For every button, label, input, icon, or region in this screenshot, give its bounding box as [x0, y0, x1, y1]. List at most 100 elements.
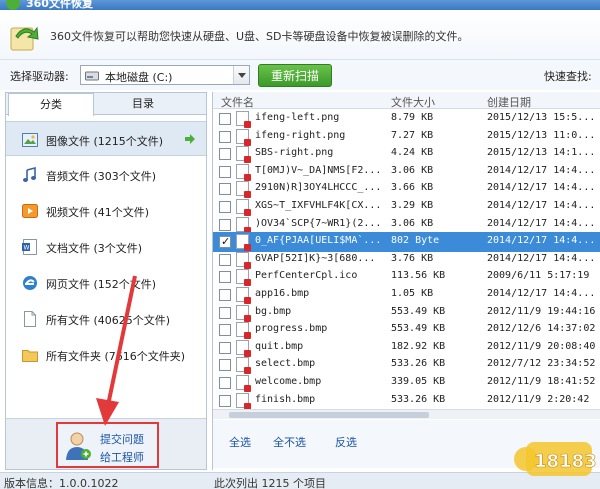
file-name: 2910N)R]3OY4LHCCC_...: [255, 182, 382, 194]
category-audio[interactable]: 音频文件 (303个文件): [6, 157, 206, 192]
file-name: PerfCenterCpl.ico: [255, 270, 358, 282]
deleted-file-icon: [236, 111, 251, 128]
category-label: 文档文件 (3个文件): [46, 242, 143, 255]
drive-label: 选择驱动器:: [10, 70, 69, 83]
file-date: 2012/11/9 2:20:42: [487, 393, 590, 405]
column-header-size[interactable]: 文件大小: [391, 94, 435, 110]
file-date: 2014/12/17 14:4...: [487, 164, 596, 176]
row-checkbox[interactable]: [219, 235, 231, 249]
webpage-icon: [23, 276, 37, 290]
row-checkbox[interactable]: [219, 183, 231, 196]
row-checkbox[interactable]: [219, 394, 231, 407]
category-all-files[interactable]: 所有文件 (40625个文件): [6, 301, 206, 336]
file-name: XGS~T_IXFVHLF4K[CX...: [255, 200, 382, 211]
file-size: 8.79 KB: [391, 112, 434, 123]
window-title: 360文件恢复: [26, 0, 93, 10]
invert-selection-link[interactable]: 反选: [335, 434, 357, 450]
rescan-button[interactable]: 重新扫描: [258, 64, 332, 87]
row-checkbox[interactable]: [219, 165, 231, 178]
hard-drive-icon: [85, 71, 99, 81]
file-date: 2014/12/17 14:4...: [487, 252, 596, 264]
category-webpages[interactable]: 网页文件 (152个文件): [6, 265, 206, 300]
engineer-icon: [66, 432, 91, 460]
row-checkbox[interactable]: [219, 289, 231, 301]
scrollbar-thumb[interactable]: [229, 412, 429, 418]
column-header-date[interactable]: 创建日期: [487, 94, 531, 110]
chevron-down-icon[interactable]: [233, 66, 249, 84]
column-header-name[interactable]: 文件名: [221, 94, 254, 110]
row-checkbox[interactable]: [219, 253, 231, 266]
horizontal-scrollbar[interactable]: [213, 409, 600, 419]
table-row[interactable]: finish.bmp 533.26 KB 2012/11/9 2:20:42: [213, 391, 600, 411]
category-panel: 分类 目录 图像文件 (1215个文件) 音频文件 (303个文件) 视频文件 …: [5, 92, 207, 470]
file-date: 2014/12/17 14:4...: [487, 182, 596, 194]
row-checkbox[interactable]: [219, 271, 231, 284]
title-bar: 360文件恢复: [0, 0, 600, 10]
file-size: 3.06 KB: [391, 217, 434, 229]
file-name: ifeng-right.png: [255, 129, 346, 141]
row-checkbox[interactable]: [219, 306, 231, 319]
category-label: 图像文件 (1215个文件): [46, 135, 164, 148]
file-name: 0_AF{PJAA[UELI$MA`...: [255, 235, 382, 247]
row-checkbox[interactable]: [219, 201, 231, 213]
row-checkbox[interactable]: [219, 324, 231, 337]
deleted-file-icon: [236, 163, 251, 181]
row-checkbox[interactable]: [219, 377, 231, 389]
file-size: 533.26 KB: [391, 393, 446, 405]
file-name: T[0MJ)V~_DA]NMS[F2...: [255, 164, 382, 176]
file-date: 2009/6/11 5:17:19: [487, 270, 590, 282]
header-description: 360文件恢复可以帮助您快速从硬盘、U盘、SD卡等硬盘设备中恢复被误删除的文件。: [50, 30, 469, 43]
select-none-link[interactable]: 全不选: [273, 434, 306, 450]
recover-arrow-icon: [10, 26, 39, 51]
music-icon: [23, 167, 36, 182]
file-size: 113.56 KB: [391, 270, 446, 282]
file-name: 6VAP[52I]K}~3[680...: [255, 252, 376, 264]
deleted-file-icon: [236, 392, 251, 410]
arrow-right-icon: [185, 134, 195, 144]
category-documents[interactable]: W 文档文件 (3个文件): [6, 229, 206, 264]
svg-text:W: W: [24, 245, 30, 252]
deleted-file-icon: [236, 287, 251, 304]
file-name: )OV34`SCP{7~WR1}(2...: [255, 217, 382, 229]
document-icon: W: [22, 239, 37, 255]
row-checkbox[interactable]: [219, 218, 231, 231]
row-checkbox[interactable]: [219, 148, 231, 161]
row-checkbox[interactable]: [219, 130, 231, 143]
file-name: ifeng-left.png: [255, 112, 340, 123]
deleted-file-icon: [236, 251, 251, 269]
selection-actions: 全选 全不选 反选: [213, 420, 600, 468]
deleted-file-icon: [236, 146, 251, 164]
file-size: 533.26 KB: [391, 358, 446, 370]
deleted-file-icon: [236, 339, 251, 357]
row-checkbox[interactable]: [219, 359, 231, 372]
toolbar: 选择驱动器: 本地磁盘 (C:) 重新扫描 快速查找:: [0, 60, 600, 90]
row-checkbox[interactable]: [219, 341, 231, 354]
file-list-panel: 文件名 文件大小 创建日期 ifeng-left.png 8.79 KB 2015/…: [212, 92, 600, 470]
file-size: 3.66 KB: [391, 182, 434, 194]
select-all-link[interactable]: 全选: [229, 434, 251, 450]
category-all-folders[interactable]: 所有文件夹 (7616个文件夹): [6, 337, 206, 372]
row-checkbox[interactable]: [219, 113, 231, 125]
category-label: 视频文件 (41个文件): [46, 206, 150, 219]
file-size: 3.29 KB: [391, 200, 434, 211]
submit-issue-button[interactable]: 提交问题 给工程师: [56, 422, 159, 468]
deleted-file-icon: [236, 375, 251, 392]
tab-category[interactable]: 分类: [8, 93, 94, 116]
tab-directory[interactable]: 目录: [100, 93, 186, 115]
file-name: quit.bmp: [255, 340, 304, 352]
category-label: 所有文件夹 (7616个文件夹): [46, 350, 186, 363]
file-date: 2015/12/13 14:1...: [487, 147, 596, 159]
file-date: 2014/12/17 14:4...: [487, 217, 596, 229]
category-images[interactable]: 图像文件 (1215个文件): [6, 121, 206, 156]
file-name: select.bmp: [255, 358, 316, 370]
file-name: finish.bmp: [255, 393, 316, 405]
category-video[interactable]: 视频文件 (41个文件): [6, 193, 206, 228]
file-list-header: 文件名 文件大小 创建日期: [213, 92, 600, 109]
file-size: 3.06 KB: [391, 164, 434, 176]
drive-select[interactable]: 本地磁盘 (C:): [80, 65, 250, 85]
file-date: 2014/12/17 14:4...: [487, 235, 596, 247]
file-size: 4.24 KB: [391, 147, 434, 159]
file-date: 2012/11/9 18:41:52: [487, 376, 596, 387]
video-icon: [22, 204, 38, 218]
file-date: 2012/11/9 20:08:40: [487, 340, 596, 352]
